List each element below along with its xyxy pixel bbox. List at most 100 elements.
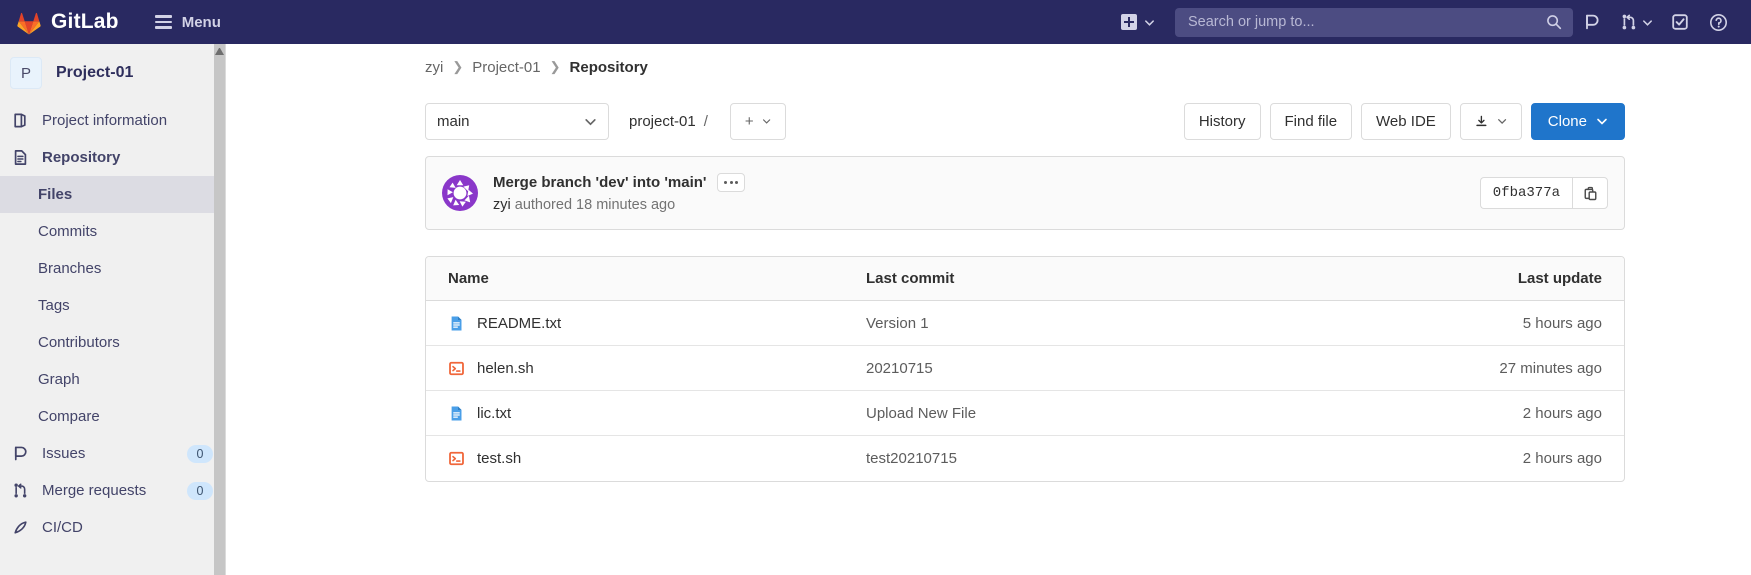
file-name[interactable]: helen.sh xyxy=(477,360,534,377)
merge-request-icon xyxy=(12,482,34,499)
file-table-header: Name Last commit Last update xyxy=(426,257,1624,301)
sidebar-item-label: Project information xyxy=(42,112,168,129)
download-source-dropdown[interactable] xyxy=(1459,102,1522,140)
file-last-update: 2 hours ago xyxy=(1522,450,1602,467)
sidebar-item-graph[interactable]: Graph xyxy=(0,361,225,398)
create-new-dropdown[interactable] xyxy=(1115,14,1161,30)
sidebar-item-branches[interactable]: Branches xyxy=(0,250,225,287)
path-separator: / xyxy=(703,112,708,130)
file-name-cell: README.txt xyxy=(426,315,866,332)
file-last-commit[interactable]: Upload New File xyxy=(866,405,1346,422)
file-name[interactable]: lic.txt xyxy=(477,405,511,422)
commit-message[interactable]: Merge branch 'dev' into 'main' xyxy=(493,174,706,191)
sidebar-item-compare[interactable]: Compare xyxy=(0,398,225,435)
add-to-repository-dropdown[interactable]: + xyxy=(729,102,786,140)
commit-timestamp: authored 18 minutes ago xyxy=(514,197,676,213)
file-name-cell: helen.sh xyxy=(426,360,866,377)
merge-requests-count-badge: 0 xyxy=(187,481,213,500)
sidebar-item-project-information[interactable]: Project information xyxy=(0,102,225,139)
commit-sha[interactable]: 0fba377a xyxy=(1479,177,1572,209)
author-avatar[interactable] xyxy=(442,175,478,211)
history-button[interactable]: History xyxy=(1183,102,1261,140)
search-input[interactable] xyxy=(1186,13,1546,31)
sidebar-item-label: Tags xyxy=(38,297,70,314)
hamburger-icon xyxy=(154,15,172,29)
sidebar-item-label: Merge requests xyxy=(42,482,147,499)
sidebar-item-tags[interactable]: Tags xyxy=(0,287,225,324)
project-avatar: P xyxy=(10,57,42,89)
main-content: zyi ❯ Project-01 ❯ Repository main proje… xyxy=(227,44,1751,575)
clone-label: Clone xyxy=(1547,112,1587,130)
sidebar-item-repository[interactable]: Repository xyxy=(0,139,225,176)
sidebar-item-issues[interactable]: Issues 0 xyxy=(0,435,225,472)
issues-icon xyxy=(12,445,34,462)
table-row[interactable]: lic.txt Upload New File 2 hours ago xyxy=(426,391,1624,436)
branch-name: main xyxy=(437,112,470,130)
file-last-commit[interactable]: Version 1 xyxy=(866,315,1346,332)
sidebar-item-files[interactable]: Files xyxy=(0,176,225,213)
breadcrumb-separator-icon: ❯ xyxy=(549,59,561,74)
book-icon xyxy=(12,112,34,129)
path-segment-project[interactable]: project-01 xyxy=(629,113,696,130)
sidebar-item-contributors[interactable]: Contributors xyxy=(0,324,225,361)
chevron-down-icon xyxy=(1145,19,1154,26)
column-header-last-commit: Last commit xyxy=(866,270,955,287)
sidebar-item-label: CI/CD xyxy=(42,519,83,536)
table-row[interactable]: helen.sh 20210715 27 minutes ago xyxy=(426,346,1624,391)
toolbar-actions: History Find file Web IDE Clone xyxy=(1183,102,1625,140)
commit-sha-group: 0fba377a xyxy=(1479,177,1608,209)
file-name[interactable]: test.sh xyxy=(477,450,521,467)
breadcrumb-item-project[interactable]: Project-01 xyxy=(472,59,540,76)
branch-selector[interactable]: main xyxy=(425,102,609,140)
search-box[interactable] xyxy=(1175,7,1573,37)
file-name-cell: test.sh xyxy=(426,450,866,467)
sidebar-item-merge-requests[interactable]: Merge requests 0 xyxy=(0,472,225,509)
todos-icon[interactable] xyxy=(1661,0,1699,44)
commit-text-group: Merge branch 'dev' into 'main' zyi autho… xyxy=(493,173,746,213)
gitlab-logo-icon[interactable] xyxy=(16,10,42,35)
brand-title[interactable]: GitLab xyxy=(51,10,119,34)
repository-toolbar: main project-01 / + History Find file We… xyxy=(425,90,1625,152)
top-navbar: GitLab Menu xyxy=(0,0,1751,44)
commit-options-button[interactable] xyxy=(717,173,746,192)
repository-file-table: Name Last commit Last update README.txt … xyxy=(425,256,1625,482)
download-icon xyxy=(1476,115,1487,126)
file-last-commit[interactable]: 20210715 xyxy=(866,360,1346,377)
breadcrumb: zyi ❯ Project-01 ❯ Repository xyxy=(425,44,1625,90)
project-sidebar: P Project-01 Project information Reposit… xyxy=(0,44,226,575)
sidebar-project-header[interactable]: P Project-01 xyxy=(0,44,225,102)
commit-meta: zyi authored 18 minutes ago xyxy=(493,197,745,213)
breadcrumb-item-group[interactable]: zyi xyxy=(425,59,443,76)
scroll-up-arrow-icon[interactable] xyxy=(215,46,224,55)
main-menu-button[interactable]: Menu xyxy=(147,0,229,44)
sidebar-item-label: Issues xyxy=(42,445,86,462)
table-row[interactable]: README.txt Version 1 5 hours ago xyxy=(426,301,1624,346)
sidebar-item-commits[interactable]: Commits xyxy=(0,213,225,250)
chevron-down-icon xyxy=(762,119,770,124)
file-name[interactable]: README.txt xyxy=(477,315,561,332)
sidebar-item-label: Files xyxy=(38,186,73,203)
text-file-icon xyxy=(451,405,462,421)
commit-author[interactable]: zyi xyxy=(493,197,511,213)
merge-request-dropdown[interactable] xyxy=(1611,0,1661,44)
breadcrumb-item-repository[interactable]: Repository xyxy=(570,59,648,76)
file-last-commit[interactable]: test20210715 xyxy=(866,450,1346,467)
column-header-name: Name xyxy=(448,270,489,287)
plus-square-icon xyxy=(1121,14,1137,30)
sidebar-item-label: Contributors xyxy=(38,334,120,351)
project-name: Project-01 xyxy=(56,64,134,81)
table-row[interactable]: test.sh test20210715 2 hours ago xyxy=(426,436,1624,481)
plus-icon: + xyxy=(744,112,754,130)
breadcrumb-separator-icon: ❯ xyxy=(452,59,464,74)
find-file-button[interactable]: Find file xyxy=(1269,102,1353,140)
clone-button[interactable]: Clone xyxy=(1530,102,1625,140)
file-last-update: 27 minutes ago xyxy=(1499,359,1602,377)
topnav-right-group xyxy=(1115,0,1751,44)
copy-sha-button[interactable] xyxy=(1572,177,1608,209)
web-ide-button[interactable]: Web IDE xyxy=(1361,102,1451,140)
help-icon[interactable] xyxy=(1699,0,1737,44)
sidebar-item-cicd[interactable]: CI/CD xyxy=(0,509,225,546)
chevron-down-icon xyxy=(1597,118,1607,125)
issues-icon[interactable] xyxy=(1573,0,1611,44)
sidebar-scrollbar[interactable] xyxy=(214,44,225,575)
